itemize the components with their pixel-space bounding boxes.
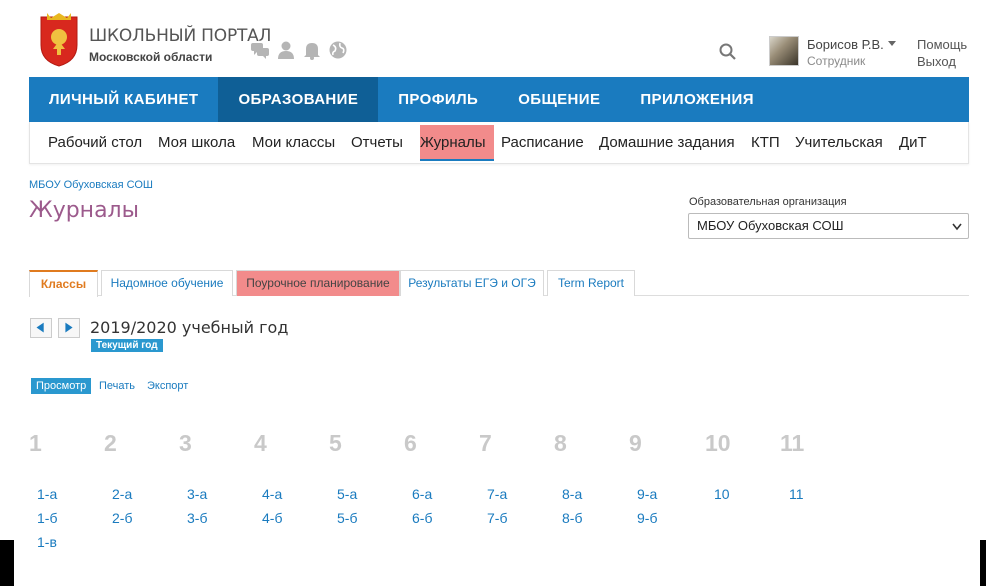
breadcrumb[interactable]: МБОУ Обуховская СОШ (29, 179, 153, 191)
tab-term-report[interactable]: Term Report (547, 270, 635, 296)
subnav-item-teachers-room[interactable]: Учительская (795, 122, 883, 164)
topnav-item-cabinet[interactable]: ЛИЧНЫЙ КАБИНЕТ (29, 77, 218, 122)
grade-number: 10 (705, 430, 731, 456)
chat-icon[interactable] (250, 40, 270, 60)
class-link[interactable]: 8-а (562, 482, 582, 506)
grade-column: 1 1-а 1-б 1-в (29, 428, 89, 550)
class-link[interactable]: 5-а (337, 482, 357, 506)
triangle-right-icon (65, 322, 73, 333)
school-year: 2019/2020 учебный год (90, 318, 289, 337)
subnav-item-desktop[interactable]: Рабочий стол (48, 122, 142, 164)
grade-column: 5 5-а 5-б (329, 428, 389, 526)
grade-column: 7 7-а 7-б (479, 428, 539, 526)
class-link[interactable]: 1-в (37, 530, 57, 554)
class-link[interactable]: 11 (789, 482, 804, 506)
journal-tabs: Классы Надомное обучение Поурочное плани… (29, 270, 969, 297)
class-link[interactable]: 7-а (487, 482, 507, 506)
class-link[interactable]: 9-а (637, 482, 657, 506)
class-link[interactable]: 1-а (37, 482, 57, 506)
grade-number: 6 (404, 430, 417, 456)
tab-exam-results[interactable]: Результаты ЕГЭ и ОГЭ (400, 270, 544, 296)
class-link[interactable]: 8-б (562, 506, 582, 530)
topnav-item-communication[interactable]: ОБЩЕНИЕ (498, 77, 620, 122)
grade-column: 8 8-а 8-б (554, 428, 614, 526)
subnav-item-schedule[interactable]: Расписание (501, 122, 584, 164)
subnav-item-journals[interactable]: Журналы (420, 125, 494, 161)
export-link[interactable]: Экспорт (147, 380, 188, 392)
org-select[interactable]: МБОУ Обуховская СОШ (688, 213, 969, 239)
class-link[interactable]: 6-б (412, 506, 432, 530)
exit-link[interactable]: Выход (917, 54, 956, 69)
class-link[interactable]: 2-а (112, 482, 132, 506)
screen-edge-right (980, 540, 986, 586)
subnav-item-dit[interactable]: ДиТ (899, 122, 927, 164)
grade-number: 1 (29, 430, 42, 456)
user-name[interactable]: Борисов Р.В. (807, 37, 884, 52)
org-select-value: МБОУ Обуховская СОШ (697, 218, 844, 233)
brand-subtitle: Московской области (89, 50, 213, 64)
current-year-badge: Текущий год (91, 339, 163, 352)
class-link[interactable]: 4-б (262, 506, 282, 530)
class-link[interactable]: 3-а (187, 482, 207, 506)
avatar[interactable] (769, 36, 799, 66)
subnav-item-homework[interactable]: Домашние задания (599, 122, 735, 164)
grade-column: 9 9-а 9-б (629, 428, 689, 526)
grade-column: 3 3-а 3-б (179, 428, 239, 526)
user-icon[interactable] (276, 40, 296, 60)
class-link[interactable]: 2-б (112, 506, 132, 530)
topnav-item-education[interactable]: ОБРАЗОВАНИЕ (218, 77, 379, 122)
help-link[interactable]: Помощь (917, 37, 967, 52)
grade-number: 11 (780, 430, 805, 456)
grade-column: 11 11 (780, 428, 840, 502)
subnav-item-reports[interactable]: Отчеты (351, 122, 403, 164)
tab-classes[interactable]: Классы (29, 270, 98, 297)
topnav-item-profile[interactable]: ПРОФИЛЬ (378, 77, 498, 122)
subnav-item-ktp[interactable]: КТП (751, 122, 780, 164)
subnav-item-my-school[interactable]: Моя школа (158, 122, 235, 164)
moscow-region-crest-logo (40, 13, 78, 67)
class-link[interactable]: 7-б (487, 506, 507, 530)
grade-number: 7 (479, 430, 492, 456)
prev-year-button[interactable] (30, 318, 52, 338)
print-link[interactable]: Печать (99, 380, 135, 392)
grade-column: 10 10 (705, 428, 765, 502)
grade-number: 4 (254, 430, 267, 456)
grade-column: 4 4-а 4-б (254, 428, 314, 526)
chevron-down-icon (952, 223, 962, 231)
main-navigation: ЛИЧНЫЙ КАБИНЕТ ОБРАЗОВАНИЕ ПРОФИЛЬ ОБЩЕН… (29, 77, 969, 122)
caret-down-icon[interactable] (888, 41, 896, 46)
search-icon[interactable] (718, 42, 738, 62)
triangle-left-icon (36, 322, 44, 333)
sub-navigation: Рабочий стол Моя школа Мои классы Отчеты… (29, 122, 969, 164)
brand-title: ШКОЛЬНЫЙ ПОРТАЛ (89, 26, 272, 46)
page-title: Журналы (29, 198, 139, 223)
grade-number: 9 (629, 430, 642, 456)
class-link[interactable]: 3-б (187, 506, 207, 530)
org-select-label: Образовательная организация (689, 196, 847, 208)
grade-number: 5 (329, 430, 342, 456)
class-link[interactable]: 1-б (37, 506, 57, 530)
subnav-item-my-classes[interactable]: Мои классы (252, 122, 335, 164)
tab-home-schooling[interactable]: Надомное обучение (101, 270, 233, 296)
class-link[interactable]: 5-б (337, 506, 357, 530)
grade-number: 3 (179, 430, 192, 456)
topnav-item-apps[interactable]: ПРИЛОЖЕНИЯ (620, 77, 774, 122)
class-link[interactable]: 9-б (637, 506, 657, 530)
grade-number: 8 (554, 430, 567, 456)
grade-number: 2 (104, 430, 117, 456)
screen-edge-left (0, 540, 14, 586)
tab-lesson-planning[interactable]: Поурочное планирование (236, 270, 400, 296)
class-link[interactable]: 10 (714, 482, 730, 506)
grade-column: 6 6-а 6-б (404, 428, 464, 526)
next-year-button[interactable] (58, 318, 80, 338)
bell-icon[interactable] (302, 40, 322, 60)
view-button[interactable]: Просмотр (31, 378, 92, 394)
grade-column: 2 2-а 2-б (104, 428, 164, 526)
user-role: Сотрудник (807, 54, 866, 68)
globe-icon[interactable] (328, 40, 348, 60)
class-link[interactable]: 4-а (262, 482, 282, 506)
class-link[interactable]: 6-а (412, 482, 432, 506)
